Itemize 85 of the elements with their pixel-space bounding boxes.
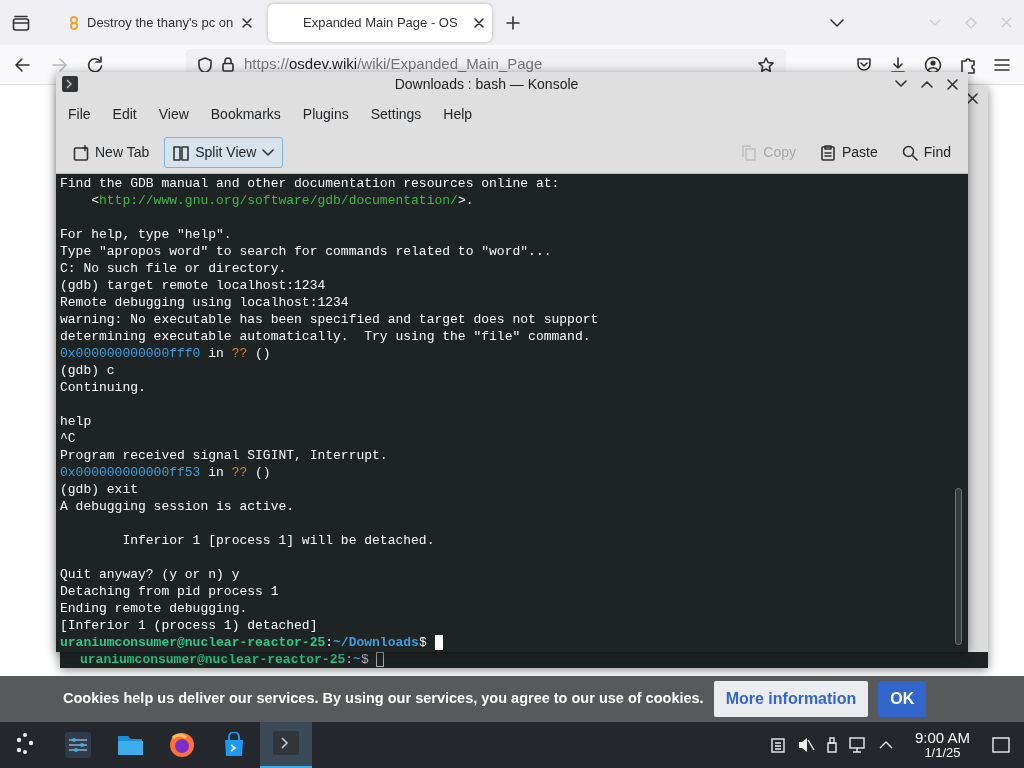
clock-time[interactable]: 9:00 AM: [914, 729, 970, 747]
terminal-prompt: uraniumconsumer@nuclear-reactor-25:~/Downloads$: [60, 634, 428, 651]
cookie-message: Cookies help us deliver our services. By using our services, you agree to our use of cookies.: [63, 689, 704, 709]
terminal-line: help: [60, 413, 92, 430]
tab-title: Destroy the thany's pc on: [87, 13, 235, 32]
menu-item[interactable]: Edit: [104, 100, 145, 128]
terminal-line: (gdb) c: [60, 362, 115, 379]
clock-date[interactable]: 1/1/25: [924, 746, 961, 761]
paste-button[interactable]: Paste: [810, 137, 887, 168]
terminal-line: Type "apropos word" to search for commands related to "word"...: [60, 243, 552, 260]
minimize-icon[interactable]: [895, 80, 907, 88]
terminal-line: 0x000000000000fff0 in ?? (): [60, 345, 271, 362]
download-icon[interactable]: [890, 56, 906, 73]
network-icon[interactable]: [848, 737, 867, 753]
close-icon[interactable]: [947, 78, 958, 90]
tab-list-icon[interactable]: [12, 14, 30, 31]
terminal-line: Ending remote debugging.: [60, 600, 248, 617]
menu-item[interactable]: Plugins: [294, 100, 357, 128]
menu-icon[interactable]: [994, 57, 1010, 72]
terminal-prompt: uraniumconsumer@nuclear-reactor-25:~$: [80, 652, 370, 668]
clipboard-icon[interactable]: [819, 144, 836, 161]
terminal-line: (gdb) exit: [60, 481, 138, 498]
show-desktop-icon[interactable]: [992, 737, 1010, 753]
usb-drive-icon[interactable]: [826, 737, 837, 753]
menu-item[interactable]: Help: [435, 100, 481, 128]
find-button[interactable]: Find: [892, 137, 960, 168]
reload-icon[interactable]: [86, 55, 104, 74]
new-tab-plus-icon[interactable]: [506, 15, 520, 30]
scrollbar-handle[interactable]: [955, 488, 962, 645]
terminal-line: determining executable automatically. Try using the "file" command.: [60, 328, 591, 345]
muted-speaker-icon[interactable]: [796, 737, 815, 753]
maximize-icon[interactable]: [921, 80, 933, 88]
back-arrow-icon[interactable]: [14, 55, 32, 74]
terminal-line: Detaching from pid process 1: [60, 583, 279, 600]
firefox-icon[interactable]: [169, 732, 195, 758]
menu-item[interactable]: File: [60, 100, 99, 128]
terminal-line: Find the GDB manual and other documentation resources online at:: [60, 175, 560, 192]
sliders-icon[interactable]: [65, 732, 91, 758]
split-view-button[interactable]: Split View: [164, 137, 284, 168]
text-cursor: [434, 635, 443, 650]
terminal-line: C: No such file or directory.: [60, 260, 287, 277]
taskbar-item[interactable]: [260, 722, 312, 768]
account-icon[interactable]: [924, 55, 942, 74]
browser-tab[interactable]: Destroy the thany's pc on: [60, 3, 260, 42]
close-icon[interactable]: [474, 17, 484, 28]
chevron-up-icon[interactable]: [878, 741, 893, 749]
menu-item[interactable]: Settings: [362, 100, 430, 128]
window-title: Downloads : bash — Konsole: [393, 74, 580, 94]
chevron-down-icon[interactable]: [262, 148, 275, 157]
lock-icon: [222, 57, 234, 72]
more-information-button[interactable]: More information: [713, 681, 869, 717]
close-icon[interactable]: [967, 93, 978, 104]
clipboard-icon[interactable]: [770, 737, 785, 753]
terminal-line: [Inferior 1 (process 1) detached]: [60, 617, 318, 634]
close-icon[interactable]: [242, 17, 252, 28]
terminal-line: Remote debugging using localhost:1234: [60, 294, 349, 311]
menu-item[interactable]: Bookmarks: [202, 100, 289, 128]
terminal-line: 0x000000000000ff53 in ?? (): [60, 464, 271, 481]
search-icon[interactable]: [901, 144, 918, 161]
shield-icon: [198, 56, 212, 73]
terminal-line: (gdb) target remote localhost:1234: [60, 277, 326, 294]
text-cursor: [376, 652, 385, 667]
browser-tab[interactable]: Expanded Main Page - OS: [268, 3, 492, 42]
terminal-line: Inferior 1 [process 1] will be detached.: [121, 532, 435, 549]
terminal-line: Quit anyway? (y or n) y: [60, 566, 240, 583]
new-tab-icon[interactable]: [73, 144, 89, 161]
terminal-line: A debugging session is active.: [60, 498, 295, 515]
pocket-icon[interactable]: [856, 56, 872, 73]
terminal-line: warning: No executable has been specified and target does not support: [60, 311, 599, 328]
terminal-line: <http://www.gnu.org/software/gdb/documentation/>.: [90, 192, 474, 209]
puzzle-icon[interactable]: [960, 55, 976, 74]
bookmark-star-icon[interactable]: [758, 56, 774, 73]
terminal-line: Program received signal SIGINT, Interrupt.: [60, 447, 388, 464]
terminal-icon: [62, 76, 78, 92]
favicon-icon: [68, 15, 80, 30]
terminal-line: ^C: [60, 430, 76, 447]
terminal-line: Continuing.: [60, 379, 146, 396]
menu-item[interactable]: View: [150, 100, 197, 128]
chevron-down-icon[interactable]: [829, 17, 845, 28]
new-tab-button[interactable]: New Tab: [64, 137, 159, 168]
ok-button[interactable]: OK: [878, 681, 927, 717]
tab-title: Expanded Main Page - OS: [303, 13, 459, 32]
terminal-icon[interactable]: [273, 731, 299, 757]
terminal-line: For help, type "help".: [60, 226, 232, 243]
split-view-icon[interactable]: [173, 144, 190, 161]
